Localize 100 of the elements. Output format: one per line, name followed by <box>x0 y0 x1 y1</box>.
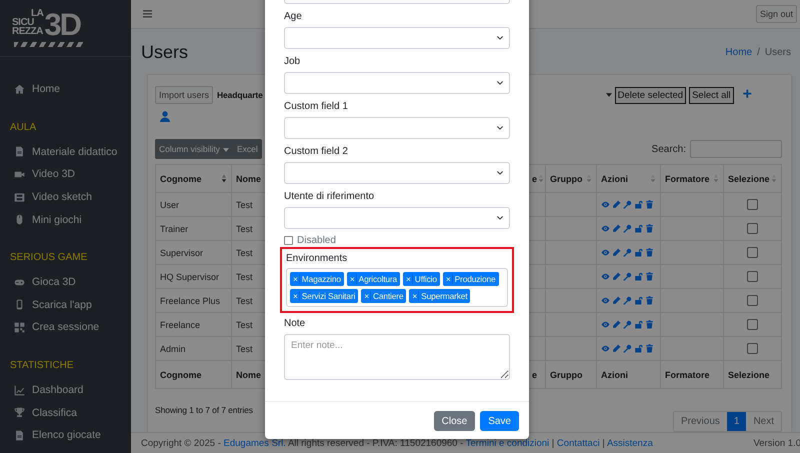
tag-chip[interactable]: × Agricoltura <box>346 272 400 286</box>
select-field[interactable] <box>284 72 510 94</box>
import-users-button[interactable]: Import users <box>155 86 214 104</box>
unlock-icon[interactable] <box>634 296 643 305</box>
column-visibility-button[interactable]: Column visibility <box>155 139 233 159</box>
trash-icon[interactable] <box>645 200 654 209</box>
export-button[interactable]: Excel <box>232 139 262 159</box>
nav-item[interactable]: Mini giochi <box>0 208 131 231</box>
row-checkbox[interactable] <box>747 319 758 330</box>
pagination-button[interactable]: 1 <box>726 412 746 431</box>
eye-icon[interactable] <box>601 320 610 329</box>
nav-item[interactable]: Materiale didattico <box>0 140 131 164</box>
row-checkbox[interactable] <box>747 295 758 306</box>
column-header[interactable]: e <box>532 174 537 184</box>
pagination-button[interactable]: Previous <box>674 412 727 431</box>
eye-icon[interactable] <box>601 224 610 233</box>
eye-icon[interactable] <box>601 296 610 305</box>
table-cell: Admin <box>156 336 232 360</box>
footer-link[interactable]: Termini e condizioni <box>466 438 550 448</box>
tag-chip[interactable]: × Produzione <box>442 272 498 286</box>
unlock-icon[interactable] <box>634 248 643 257</box>
unlock-icon[interactable] <box>634 272 643 281</box>
trash-icon[interactable] <box>645 224 654 233</box>
pencil-icon[interactable] <box>612 344 621 353</box>
nav-item[interactable]: Classifica <box>0 401 131 424</box>
chevron-icon <box>497 216 503 220</box>
nav-item[interactable]: Crea sessione <box>0 316 131 339</box>
pencil-icon[interactable] <box>612 296 621 305</box>
nav-item[interactable]: Scarica l'app <box>0 294 131 316</box>
pencil-icon[interactable] <box>612 272 621 281</box>
eye-icon[interactable] <box>601 248 610 257</box>
sign-out-button[interactable]: Sign out <box>756 5 797 23</box>
tags-field[interactable]: × Magazzino × Agricoltura × Ufficio × Produzione × Servizi Sanitari × Cantiere × Supermarket <box>286 268 508 307</box>
key-icon[interactable] <box>623 200 632 209</box>
select-field[interactable] <box>284 207 510 229</box>
tag-chip[interactable]: × Servizi Sanitari <box>290 289 358 303</box>
checkbox[interactable] <box>284 236 293 244</box>
key-icon[interactable] <box>623 296 632 305</box>
column-footer: Selezione <box>728 370 770 380</box>
row-checkbox[interactable] <box>747 199 758 210</box>
select-field[interactable] <box>284 27 510 49</box>
nav-item[interactable]: Video 3D <box>0 163 131 186</box>
company-link[interactable]: Edugames Srl. <box>224 438 286 448</box>
unlock-icon[interactable] <box>634 224 643 233</box>
nav-item[interactable]: Home <box>0 78 131 101</box>
close-button[interactable]: Close <box>434 411 476 431</box>
unlock-icon[interactable] <box>634 344 643 353</box>
tag-chip[interactable]: × Supermarket <box>409 289 470 303</box>
trash-icon[interactable] <box>645 320 654 329</box>
footer-link[interactable]: Contattaci <box>556 438 600 448</box>
column-header[interactable]: Azioni <box>601 174 628 184</box>
pencil-icon[interactable] <box>612 200 621 209</box>
eye-icon[interactable] <box>601 200 610 209</box>
nav-item[interactable]: Elenco giocate <box>0 424 131 447</box>
row-checkbox[interactable] <box>747 271 758 282</box>
key-icon[interactable] <box>623 224 632 233</box>
pencil-icon[interactable] <box>612 320 621 329</box>
trash-icon[interactable] <box>645 296 654 305</box>
unlock-icon[interactable] <box>634 320 643 329</box>
row-checkbox[interactable] <box>747 343 758 354</box>
eye-icon[interactable] <box>601 272 610 281</box>
pagination-button[interactable]: Next <box>746 412 781 431</box>
pencil-icon[interactable] <box>612 248 621 257</box>
footer-link[interactable]: Assistenza <box>606 438 653 448</box>
column-header[interactable]: Cognome <box>160 174 202 184</box>
trash-icon[interactable] <box>645 272 654 281</box>
breadcrumb-item[interactable]: Home <box>725 46 752 58</box>
save-button[interactable]: Save <box>480 411 519 431</box>
section-heading: AULA <box>9 120 38 134</box>
search-field[interactable] <box>690 140 782 158</box>
pencil-icon[interactable] <box>612 224 621 233</box>
note-field[interactable]: Enter note... <box>284 334 510 380</box>
table-cell: User <box>156 192 232 216</box>
select-all-button[interactable]: Select all <box>689 86 734 104</box>
tag-chip[interactable]: × Cantiere <box>361 289 406 303</box>
key-icon[interactable] <box>623 344 632 353</box>
trash-icon[interactable] <box>645 344 654 353</box>
eye-icon[interactable] <box>601 344 610 353</box>
select-field[interactable] <box>284 117 510 139</box>
trash-icon[interactable] <box>645 248 654 257</box>
row-checkbox[interactable] <box>747 247 758 258</box>
nav-item[interactable]: Gioca 3D <box>0 270 131 294</box>
mouse-icon <box>14 214 25 226</box>
row-checkbox[interactable] <box>747 223 758 234</box>
nav-item[interactable]: Video sketch <box>0 186 131 208</box>
chevron-icon <box>497 36 503 40</box>
select-field[interactable] <box>284 162 510 184</box>
table-cell: Supervisor <box>156 240 232 264</box>
column-header[interactable]: Nome <box>236 174 262 184</box>
unlock-icon[interactable] <box>634 200 643 209</box>
tag-chip[interactable]: × Ufficio <box>403 272 440 286</box>
key-icon[interactable] <box>623 248 632 257</box>
delete-selected-button[interactable]: Delete selected <box>614 86 686 104</box>
key-icon[interactable] <box>623 272 632 281</box>
key-icon[interactable] <box>623 320 632 329</box>
add-button[interactable]: + <box>742 86 752 104</box>
caret-icon <box>606 93 612 97</box>
column-footer: Cognome <box>160 370 202 380</box>
tag-chip[interactable]: × Magazzino <box>290 272 344 286</box>
nav-item[interactable]: Dashboard <box>0 378 131 402</box>
